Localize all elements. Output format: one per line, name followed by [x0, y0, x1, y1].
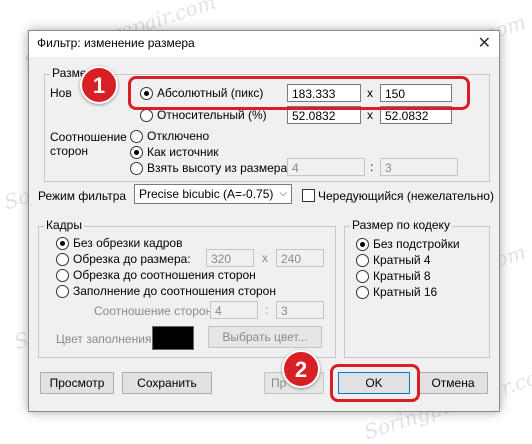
crop-ratio-label: Обрезка до соотношения сторон: [73, 268, 256, 282]
x-separator: x: [262, 251, 268, 265]
radio-dot: [130, 161, 143, 175]
radio-dot: [56, 236, 69, 250]
codec-none-radio[interactable]: Без подстройки: [356, 237, 460, 251]
codec-mult4-label: Кратный 4: [373, 253, 431, 267]
filter-mode-label: Режим фильтра: [38, 189, 127, 203]
frames-group-label: Кадры: [44, 218, 84, 232]
radio-dot: [130, 129, 143, 143]
choose-color-button[interactable]: Выбрать цвет...: [208, 326, 322, 348]
step-badge-2: 2: [282, 350, 320, 388]
aspect-off-radio[interactable]: Отключено: [130, 129, 209, 143]
codec-group-label: Размер по кодеку: [350, 218, 452, 232]
fill-ratio-label: Заполнение до соотношения сторон: [73, 284, 276, 298]
radio-dot: [130, 145, 143, 159]
no-crop-radio[interactable]: Без обрезки кадров: [56, 236, 182, 250]
relative-size-radio[interactable]: Относительный (%): [140, 108, 267, 122]
radio-dot: [356, 285, 369, 299]
radio-dot: [56, 252, 69, 266]
relative-size-label: Относительный (%): [157, 108, 267, 122]
filter-mode-select[interactable]: Precise bicubic (A=-0.75) ⌵: [134, 184, 292, 204]
aspect-off-label: Отключено: [147, 129, 210, 143]
crop-ratio-radio[interactable]: Обрезка до соотношения сторон: [56, 268, 256, 282]
title-bar: Фильтр: изменение размера ✕: [29, 31, 499, 57]
ratio-label: Соотношение сторон: [94, 304, 213, 318]
no-crop-label: Без обрезки кадров: [73, 236, 183, 250]
crop-width-input[interactable]: 320: [206, 249, 254, 267]
aspect-width-input[interactable]: 4: [287, 158, 365, 176]
radio-dot: [56, 284, 69, 298]
preview-button[interactable]: Просмотр: [40, 372, 114, 394]
codec-mult8-label: Кратный 8: [373, 269, 431, 283]
aspect-height-label: Взять высоту из размера:: [147, 161, 291, 175]
highlight-ok-button: [330, 364, 420, 402]
radio-dot: [56, 268, 69, 282]
fill-color-label: Цвет заполнения: [56, 332, 152, 346]
colon-separator: :: [370, 160, 374, 174]
codec-mult8-radio[interactable]: Кратный 8: [356, 269, 431, 283]
fill-ratio-radio[interactable]: Заполнение до соотношения сторон: [56, 284, 276, 298]
radio-dot: [356, 237, 369, 251]
radio-dot: [140, 108, 153, 122]
cancel-button[interactable]: Отмена: [418, 372, 488, 394]
window-title: Фильтр: изменение размера: [37, 36, 195, 50]
close-icon[interactable]: ✕: [478, 33, 491, 53]
step-badge-1: 1: [80, 66, 118, 104]
crop-height-input[interactable]: 240: [276, 249, 324, 267]
codec-mult16-radio[interactable]: Кратный 16: [356, 285, 437, 299]
colon-separator: :: [265, 303, 269, 317]
x-separator: x: [367, 108, 373, 122]
chevron-down-icon: ⌵: [279, 188, 287, 199]
crop-size-radio[interactable]: Обрезка до размера:: [56, 252, 191, 266]
aspect-height-input[interactable]: 3: [380, 158, 458, 176]
filter-mode-value: Precise bicubic (A=-0.75): [139, 187, 274, 201]
interlaced-label: Чередующийся (нежелательно): [318, 189, 494, 203]
radio-dot: [356, 269, 369, 283]
save-button[interactable]: Сохранить: [122, 372, 212, 394]
aspect-source-radio[interactable]: Как источник: [130, 145, 219, 159]
aspect-height-radio[interactable]: Взять высоту из размера:: [130, 161, 290, 175]
ratio-height-input[interactable]: 3: [276, 301, 324, 319]
interlaced-checkbox[interactable]: [302, 189, 315, 202]
codec-mult16-label: Кратный 16: [373, 285, 438, 299]
new-size-label: Нов: [50, 86, 72, 100]
fill-color-swatch[interactable]: [152, 326, 194, 350]
ratio-width-input[interactable]: 4: [210, 301, 258, 319]
codec-none-label: Без подстройки: [373, 237, 460, 251]
crop-size-label: Обрезка до размера:: [73, 252, 191, 266]
radio-dot: [356, 253, 369, 267]
highlight-absolute-size: [128, 76, 470, 110]
aspect-label: Соотношение: [50, 130, 127, 144]
codec-mult4-radio[interactable]: Кратный 4: [356, 253, 431, 267]
aspect-label: сторон: [50, 144, 89, 158]
aspect-source-label: Как источник: [147, 145, 219, 159]
